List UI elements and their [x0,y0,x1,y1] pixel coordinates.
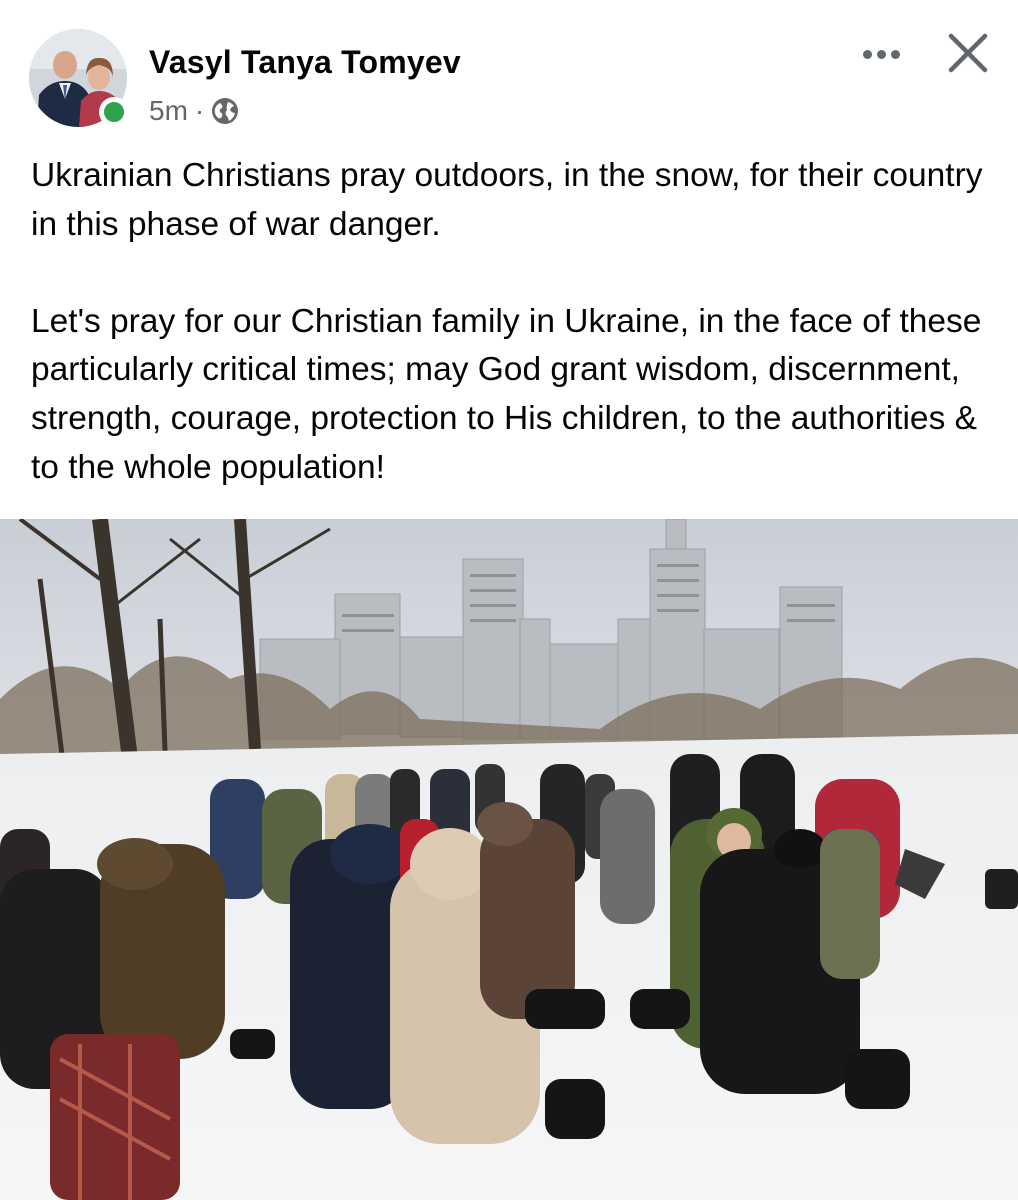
post-header: Vasyl Tanya Tomyev 5m · [0,0,1018,140]
more-horizontal-icon-dot [890,49,900,59]
author-name[interactable]: Vasyl Tanya Tomyev [149,44,461,81]
post-text: Ukrainian Christians pray outdoors, in t… [31,152,1001,492]
globe-icon[interactable] [211,97,239,125]
more-horizontal-icon-dot [876,49,886,59]
post-time[interactable]: 5m [149,95,188,127]
meta-separator: · [194,95,205,126]
post-photo[interactable] [0,519,1018,1200]
close-icon[interactable] [945,30,991,76]
more-horizontal-icon-dot [862,49,872,59]
more-options-button[interactable] [856,36,906,72]
post-paragraph: Ukrainian Christians pray outdoors, in t… [31,157,983,243]
post-paragraph: Let's pray for our Christian family in U… [31,302,982,486]
post-meta: 5m · [149,95,239,127]
online-status-indicator [99,97,129,127]
photo-illustration [0,519,1018,1200]
